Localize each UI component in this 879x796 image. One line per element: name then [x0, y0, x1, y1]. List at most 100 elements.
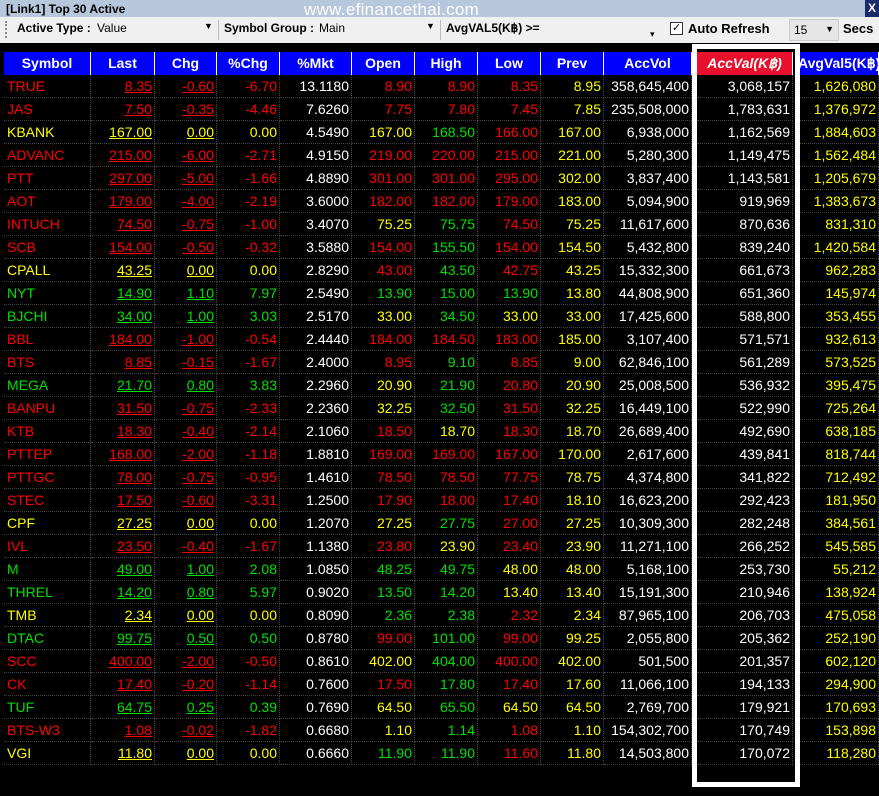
- cell-chg[interactable]: 0.00: [155, 512, 217, 535]
- cell-last[interactable]: 34.00: [91, 305, 155, 328]
- cell-chg[interactable]: -0.75: [155, 466, 217, 489]
- cell-chg-link[interactable]: -0.60: [182, 78, 214, 94]
- cell-last[interactable]: 8.35: [91, 75, 155, 98]
- cell-last[interactable]: 43.25: [91, 259, 155, 282]
- cell-chg-link[interactable]: -0.15: [182, 354, 214, 370]
- cell-chg[interactable]: 0.50: [155, 627, 217, 650]
- cell-last[interactable]: 99.75: [91, 627, 155, 650]
- cell-chg-link[interactable]: 1.00: [187, 308, 214, 324]
- column-header-open[interactable]: Open: [352, 52, 415, 75]
- cell-chg[interactable]: -4.00: [155, 190, 217, 213]
- cell-chg-link[interactable]: 0.00: [187, 124, 214, 140]
- cell-chg[interactable]: -0.60: [155, 75, 217, 98]
- cell-chg-link[interactable]: -0.20: [182, 676, 214, 692]
- cell-last[interactable]: 18.30: [91, 420, 155, 443]
- cell-last-link[interactable]: 14.90: [117, 285, 152, 301]
- chevron-down-icon[interactable]: ▼: [426, 21, 435, 31]
- cell-chg[interactable]: -0.15: [155, 351, 217, 374]
- column-header-avgval5-k[interactable]: AvgVal5(K฿): [798, 52, 879, 75]
- cell-chg-link[interactable]: -1.00: [182, 331, 214, 347]
- cell-chg[interactable]: -2.00: [155, 650, 217, 673]
- cell-last[interactable]: 23.50: [91, 535, 155, 558]
- cell-last-link[interactable]: 168.00: [109, 446, 152, 462]
- cell-last-link[interactable]: 21.70: [117, 377, 152, 393]
- cell-chg-link[interactable]: -6.00: [182, 147, 214, 163]
- cell-chg-link[interactable]: 1.10: [187, 285, 214, 301]
- avgval-filter-input[interactable]: [545, 21, 645, 37]
- cell-chg-link[interactable]: 0.50: [187, 630, 214, 646]
- cell-chg[interactable]: 1.00: [155, 558, 217, 581]
- active-type-select[interactable]: Value: [97, 21, 127, 35]
- cell-last-link[interactable]: 27.25: [117, 515, 152, 531]
- cell-chg[interactable]: 1.10: [155, 282, 217, 305]
- cell-chg-link[interactable]: 0.00: [187, 745, 214, 761]
- cell-chg-link[interactable]: -5.00: [182, 170, 214, 186]
- cell-last[interactable]: 49.00: [91, 558, 155, 581]
- cell-chg-link[interactable]: -0.40: [182, 538, 214, 554]
- column-header-symbol[interactable]: Symbol: [4, 52, 91, 75]
- cell-chg[interactable]: -2.00: [155, 443, 217, 466]
- cell-last[interactable]: 78.00: [91, 466, 155, 489]
- cell-last[interactable]: 17.50: [91, 489, 155, 512]
- cell-chg-link[interactable]: -0.40: [182, 423, 214, 439]
- cell-last-link[interactable]: 8.35: [125, 78, 152, 94]
- cell-chg[interactable]: -1.00: [155, 328, 217, 351]
- column-header-low[interactable]: Low: [478, 52, 541, 75]
- cell-last-link[interactable]: 167.00: [109, 124, 152, 140]
- toolbar-grip-icon[interactable]: [5, 21, 10, 38]
- cell-last[interactable]: 11.80: [91, 742, 155, 765]
- cell-chg[interactable]: 0.00: [155, 121, 217, 144]
- cell-chg[interactable]: -0.50: [155, 236, 217, 259]
- cell-chg-link[interactable]: -4.00: [182, 193, 214, 209]
- cell-last[interactable]: 1.08: [91, 719, 155, 742]
- cell-chg[interactable]: 0.00: [155, 604, 217, 627]
- cell-last[interactable]: 14.90: [91, 282, 155, 305]
- cell-last-link[interactable]: 2.34: [125, 607, 152, 623]
- cell-chg-link[interactable]: -0.75: [182, 400, 214, 416]
- cell-last[interactable]: 179.00: [91, 190, 155, 213]
- cell-chg-link[interactable]: 0.00: [187, 607, 214, 623]
- cell-last[interactable]: 184.00: [91, 328, 155, 351]
- cell-chg-link[interactable]: 0.00: [187, 515, 214, 531]
- cell-chg[interactable]: -0.60: [155, 489, 217, 512]
- cell-chg-link[interactable]: 0.80: [187, 584, 214, 600]
- cell-last[interactable]: 14.20: [91, 581, 155, 604]
- column-header-chg[interactable]: Chg: [155, 52, 217, 75]
- cell-last[interactable]: 2.34: [91, 604, 155, 627]
- cell-last[interactable]: 168.00: [91, 443, 155, 466]
- cell-last[interactable]: 7.50: [91, 98, 155, 121]
- cell-last-link[interactable]: 99.75: [117, 630, 152, 646]
- cell-last-link[interactable]: 7.50: [125, 101, 152, 117]
- cell-last[interactable]: 167.00: [91, 121, 155, 144]
- cell-last-link[interactable]: 18.30: [117, 423, 152, 439]
- cell-chg[interactable]: -0.40: [155, 420, 217, 443]
- cell-last-link[interactable]: 179.00: [109, 193, 152, 209]
- cell-chg-link[interactable]: -2.00: [182, 446, 214, 462]
- cell-chg[interactable]: -0.35: [155, 98, 217, 121]
- cell-last[interactable]: 8.85: [91, 351, 155, 374]
- cell-chg[interactable]: 0.80: [155, 374, 217, 397]
- cell-chg[interactable]: -6.00: [155, 144, 217, 167]
- cell-last-link[interactable]: 17.50: [117, 492, 152, 508]
- column-header--chg[interactable]: %Chg: [217, 52, 280, 75]
- cell-chg[interactable]: -5.00: [155, 167, 217, 190]
- cell-last-link[interactable]: 184.00: [109, 331, 152, 347]
- cell-last[interactable]: 154.00: [91, 236, 155, 259]
- cell-last-link[interactable]: 1.08: [125, 722, 152, 738]
- cell-last-link[interactable]: 14.20: [117, 584, 152, 600]
- cell-last-link[interactable]: 8.85: [125, 354, 152, 370]
- cell-last-link[interactable]: 43.25: [117, 262, 152, 278]
- cell-chg[interactable]: 1.00: [155, 305, 217, 328]
- spinner-icon[interactable]: ▾: [650, 29, 655, 40]
- cell-chg-link[interactable]: -2.00: [182, 653, 214, 669]
- cell-last[interactable]: 31.50: [91, 397, 155, 420]
- cell-last-link[interactable]: 49.00: [117, 561, 152, 577]
- chevron-down-icon[interactable]: ▼: [204, 21, 213, 31]
- column-header-accvol[interactable]: AccVol: [604, 52, 692, 75]
- cell-last-link[interactable]: 215.00: [109, 147, 152, 163]
- cell-chg[interactable]: -0.75: [155, 397, 217, 420]
- cell-last[interactable]: 64.75: [91, 696, 155, 719]
- auto-refresh-checkbox[interactable]: ✓: [670, 22, 683, 35]
- cell-last-link[interactable]: 11.80: [118, 745, 152, 761]
- column-header-high[interactable]: High: [415, 52, 478, 75]
